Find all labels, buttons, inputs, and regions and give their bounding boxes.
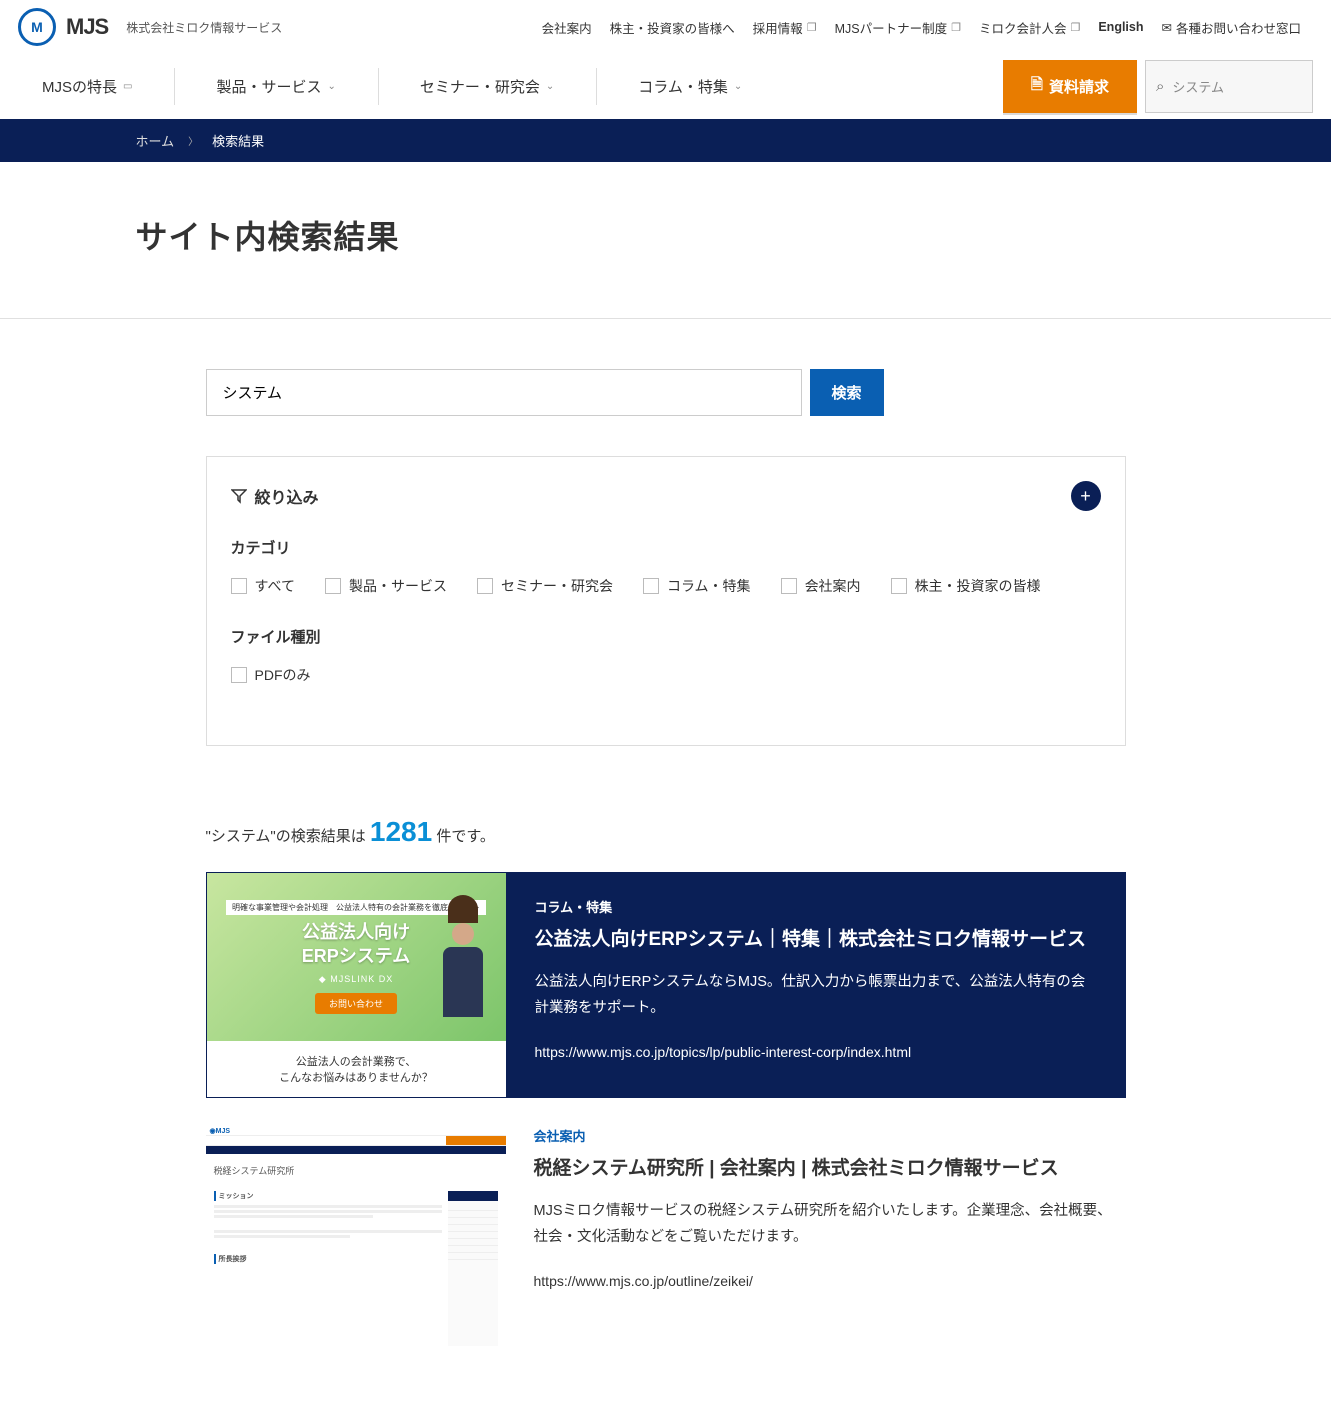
result-card[interactable]: ◉MJS 税経システム研究所 ミッション 所長挨拶 xyxy=(206,1126,1126,1350)
logo-text: MJS xyxy=(66,14,108,40)
nav-columns[interactable]: コラム・特集⌄ xyxy=(596,54,784,119)
external-icon: ❐ xyxy=(951,21,961,34)
search-row: 検索 xyxy=(206,369,1126,416)
breadcrumb: ホーム 〉 検索結果 xyxy=(116,131,1216,150)
checkbox-icon xyxy=(781,578,797,594)
person-illustration xyxy=(428,921,498,1041)
checkbox-icon xyxy=(643,578,659,594)
company-name: 株式会社ミロク情報サービス xyxy=(126,19,282,36)
result-thumbnail: ◉MJS 税経システム研究所 ミッション 所長挨拶 xyxy=(206,1126,506,1350)
plus-icon: + xyxy=(1080,486,1091,507)
check-columns[interactable]: コラム・特集 xyxy=(643,576,751,596)
nav-products[interactable]: 製品・サービス⌄ xyxy=(174,54,377,119)
nav-features[interactable]: MJSの特長▭ xyxy=(0,54,174,119)
filter-header: 絞り込み + xyxy=(231,481,1101,511)
external-icon: ❐ xyxy=(1070,21,1080,34)
document-icon: 🗎 xyxy=(1031,74,1043,99)
content: 検索 絞り込み + カテゴリ すべて 製品・サービス セミナー・研究会 コラム・… xyxy=(186,319,1146,1428)
main-nav: MJSの特長▭ 製品・サービス⌄ セミナー・研究会⌄ コラム・特集⌄ 🗎資料請求… xyxy=(0,54,1331,119)
toplink-partner[interactable]: MJSパートナー制度❐ xyxy=(835,18,961,37)
request-docs-button[interactable]: 🗎資料請求 xyxy=(1003,60,1137,113)
filter-filetype-label: ファイル種別 xyxy=(231,626,1101,647)
header-top: M MJS 株式会社ミロク情報サービス 会社案内 株主・投資家の皆様へ 採用情報… xyxy=(0,0,1331,54)
toplink-meeting[interactable]: ミロク会計人会❐ xyxy=(979,18,1080,37)
result-card[interactable]: 明確な事業管理や会計処理 公益法人特有の会計業務を徹底サポート 公益法人向けER… xyxy=(206,872,1126,1098)
toplink-about[interactable]: 会社案内 xyxy=(542,18,592,37)
chevron-right-icon: 〉 xyxy=(188,133,198,148)
result-body: コラム・特集 公益法人向けERPシステム｜特集｜株式会社ミロク情報サービス 公益… xyxy=(507,873,1125,1097)
logo-icon: M xyxy=(18,8,56,46)
search-icon: ⌕ xyxy=(1156,78,1164,95)
result-url: https://www.mjs.co.jp/topics/lp/public-i… xyxy=(535,1044,1097,1060)
window-icon: ▭ xyxy=(123,81,132,92)
search-button[interactable]: 検索 xyxy=(810,369,884,416)
nav-seminars[interactable]: セミナー・研究会⌄ xyxy=(378,54,596,119)
check-investors[interactable]: 株主・投資家の皆様 xyxy=(891,576,1041,596)
toplink-contact[interactable]: ✉各種お問い合わせ窓口 xyxy=(1162,18,1302,37)
toplink-english[interactable]: English xyxy=(1098,20,1143,34)
result-count-number: 1281 xyxy=(370,816,432,847)
checkbox-icon xyxy=(477,578,493,594)
filter-icon xyxy=(231,488,247,504)
check-seminars[interactable]: セミナー・研究会 xyxy=(477,576,613,596)
result-url: https://www.mjs.co.jp/outline/zeikei/ xyxy=(534,1273,1126,1289)
check-products[interactable]: 製品・サービス xyxy=(325,576,447,596)
checkbox-icon xyxy=(231,667,247,683)
top-links: 会社案内 株主・投資家の皆様へ 採用情報❐ MJSパートナー制度❐ ミロク会計人… xyxy=(542,18,1301,37)
chevron-down-icon: ⌄ xyxy=(734,81,742,92)
check-pdf-only[interactable]: PDFのみ xyxy=(231,665,311,685)
external-icon: ❐ xyxy=(807,21,817,34)
filter-panel: 絞り込み + カテゴリ すべて 製品・サービス セミナー・研究会 コラム・特集 … xyxy=(206,456,1126,746)
page-title-wrap: サイト内検索結果 xyxy=(116,162,1216,318)
checkbox-icon xyxy=(231,578,247,594)
page-title: サイト内検索結果 xyxy=(136,212,1196,258)
checkbox-icon xyxy=(891,578,907,594)
result-title: 公益法人向けERPシステム｜特集｜株式会社ミロク情報サービス xyxy=(535,926,1097,955)
result-thumbnail: 明確な事業管理や会計処理 公益法人特有の会計業務を徹底サポート 公益法人向けER… xyxy=(207,873,507,1097)
toplink-investors[interactable]: 株主・投資家の皆様へ xyxy=(610,18,735,37)
breadcrumb-bar: ホーム 〉 検索結果 xyxy=(0,119,1331,162)
checkbox-icon xyxy=(325,578,341,594)
filter-category-label: カテゴリ xyxy=(231,537,1101,558)
check-all[interactable]: すべて xyxy=(231,576,295,596)
result-description: MJSミロク情報サービスの税経システム研究所を紹介いたします。企業理念、会社概要… xyxy=(534,1198,1126,1252)
chevron-down-icon: ⌄ xyxy=(327,81,335,92)
breadcrumb-current: 検索結果 xyxy=(212,131,264,150)
result-category: 会社案内 xyxy=(534,1126,1126,1145)
filter-categories: すべて 製品・サービス セミナー・研究会 コラム・特集 会社案内 株主・投資家の… xyxy=(231,576,1101,596)
mail-icon: ✉ xyxy=(1162,20,1172,35)
search-input[interactable] xyxy=(206,369,802,416)
check-about[interactable]: 会社案内 xyxy=(781,576,861,596)
result-description: 公益法人向けERPシステムならMJS。仕訳入力から帳票出力まで、公益法人特有の会… xyxy=(535,969,1097,1023)
result-body: 会社案内 税経システム研究所 | 会社案内 | 株式会社ミロク情報サービス MJ… xyxy=(506,1126,1126,1350)
chevron-down-icon: ⌄ xyxy=(546,81,554,92)
header-search[interactable]: ⌕ xyxy=(1145,60,1313,113)
result-count: "システム"の検索結果は 1281 件です。 xyxy=(206,816,1126,848)
result-category: コラム・特集 xyxy=(535,897,1097,916)
toplink-recruit[interactable]: 採用情報❐ xyxy=(753,18,817,37)
filter-filetypes: PDFのみ xyxy=(231,665,1101,685)
filter-title: 絞り込み xyxy=(231,484,319,508)
logo-area[interactable]: M MJS 株式会社ミロク情報サービス xyxy=(18,8,282,46)
breadcrumb-home[interactable]: ホーム xyxy=(136,131,175,150)
expand-button[interactable]: + xyxy=(1071,481,1101,511)
result-title: 税経システム研究所 | 会社案内 | 株式会社ミロク情報サービス xyxy=(534,1155,1126,1184)
header-search-input[interactable] xyxy=(1170,69,1302,104)
